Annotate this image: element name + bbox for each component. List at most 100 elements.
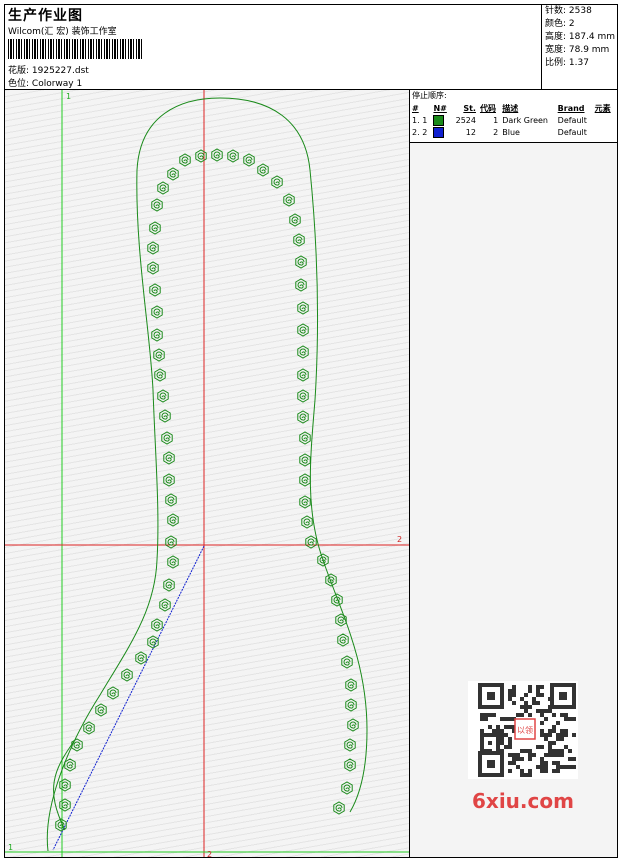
colorway-value: Colorway 1 [31, 79, 83, 89]
spiral-motif-curl [66, 761, 74, 769]
qr-code: 以领 [468, 681, 578, 779]
spiral-motif-curl [301, 456, 309, 464]
row-code: 2 [493, 127, 499, 137]
spiral-motif-curl [347, 701, 355, 709]
spiral-motif-curl [85, 724, 93, 732]
design-height: 高度: 187.4 mm [545, 32, 616, 42]
spiral-motif-curl [165, 476, 173, 484]
row-brand: Default [557, 115, 587, 125]
spiral-motif-curl [163, 434, 171, 442]
row-stitches: 2524 [455, 115, 476, 125]
spiral-motif-curl [335, 804, 343, 812]
spiral-motif-curl [73, 741, 81, 749]
spiral-motif-curl [229, 152, 237, 160]
page-title: 生产作业图 [8, 8, 83, 24]
spiral-motif-curl [159, 392, 167, 400]
spiral-motif-curl [155, 351, 163, 359]
spiral-motif-curl [153, 331, 161, 339]
spiral-motif-curl [167, 538, 175, 546]
stop-sequence-title: 停止顺序: [412, 91, 447, 100]
row-index: 2. 2 [412, 127, 428, 137]
design-scale: 比例: 1.37 [545, 58, 589, 68]
spiral-motif-curl [137, 654, 145, 662]
guide-v2-label: 2 [207, 850, 212, 857]
barcode [8, 39, 144, 59]
design-canvas: 1 2 2 1 [5, 90, 410, 857]
col-brand: Brand [557, 103, 585, 113]
spiral-motif-curl [109, 689, 117, 697]
watermark-text: 6xiu.com [472, 789, 574, 813]
stitch-count: 针数: 2538 [545, 6, 592, 16]
spiral-motif-curl [285, 196, 293, 204]
spiral-motif-curl [153, 201, 161, 209]
row-code: 1 [493, 115, 499, 125]
spiral-motif-curl [347, 681, 355, 689]
col-element: 元素 [594, 103, 611, 113]
col-code: 代码 [479, 103, 496, 113]
spiral-motif-curl [273, 178, 281, 186]
guide-h1-label: 1 [8, 843, 13, 852]
spiral-motif-curl [295, 236, 303, 244]
design-stats: 针数: 2538 颜色: 2 高度: 187.4 mm 宽度: 78.9 mm … [541, 5, 618, 89]
spiral-motif-curl [61, 781, 69, 789]
spiral-motif-curl [165, 581, 173, 589]
spiral-motif-curl [167, 496, 175, 504]
guide-h2-label: 2 [397, 535, 402, 544]
spiral-motif-curl [169, 516, 177, 524]
spiral-motif-curl [299, 348, 307, 356]
spiral-motif-curl [161, 412, 169, 420]
spiral-motif-curl [259, 166, 267, 174]
spiral-motif-curl [301, 476, 309, 484]
spiral-motif-curl [151, 224, 159, 232]
spiral-motif-curl [149, 264, 157, 272]
color-count: 颜色: 2 [545, 19, 575, 29]
color-table-header: # N# St. 代码 描述 Brand 元素 [410, 102, 615, 114]
spiral-motif-curl [297, 258, 305, 266]
spiral-motif-curl [165, 454, 173, 462]
row-description: Blue [502, 127, 520, 137]
spiral-motif-curl [319, 556, 327, 564]
spiral-motif-curl [61, 801, 69, 809]
spiral-motif-curl [161, 601, 169, 609]
col-number: N# [433, 103, 447, 113]
design-value: 1925227.dst [31, 66, 89, 76]
worksheet-header: 生产作业图 Wilcom(汇 宏) 装饰工作室 花版: 1925227.dst … [5, 5, 617, 90]
spiral-motif-curl [291, 216, 299, 224]
row-element [593, 114, 615, 126]
spiral-motif-curl [213, 151, 221, 159]
design-outline [46, 97, 368, 852]
colorway-row: 色位: Colorway 1 [8, 76, 82, 89]
col-stitches: St. [463, 103, 476, 113]
spiral-motif-curl [169, 170, 177, 178]
embroidery-preview: 1 2 2 1 [5, 90, 409, 857]
spiral-motif-curl [159, 184, 167, 192]
table-row: 1. 1 2524 1 Dark Green Default [410, 114, 615, 126]
spiral-motif-curl [299, 371, 307, 379]
company-name: Wilcom(汇 宏) 装饰工作室 [8, 27, 117, 37]
color-table: # N# St. 代码 描述 Brand 元素 1. 1 2524 1 Dark… [410, 102, 615, 138]
spiral-motif-curl [153, 621, 161, 629]
table-row: 2. 2 12 2 Blue Default [410, 126, 615, 138]
spiral-motif-group [55, 148, 359, 832]
spiral-motif-curl [301, 434, 309, 442]
stop-sequence-header: 停止顺序: # N# St. 代码 描述 Brand 元素 1. 1 2524 … [410, 90, 617, 143]
spiral-motif-curl [299, 304, 307, 312]
row-brand: Default [557, 127, 587, 137]
spiral-motif-curl [169, 558, 177, 566]
row-stitches: 12 [465, 127, 476, 137]
seal-text: 以领 [517, 725, 533, 735]
design-label: 花版: [8, 66, 30, 76]
guide-v1-label: 1 [66, 92, 71, 101]
colorway-label: 色位: [8, 79, 30, 89]
spiral-motif-curl [349, 721, 357, 729]
spiral-motif-curl [337, 616, 345, 624]
spiral-motif-curl [123, 671, 131, 679]
spiral-motif-curl [346, 741, 354, 749]
col-index: # [412, 103, 419, 113]
spiral-motif-curl [97, 706, 105, 714]
spiral-motif-curl [297, 281, 305, 289]
spiral-motif-curl [197, 152, 205, 160]
spiral-motif-curl [299, 326, 307, 334]
color-swatch [433, 114, 445, 126]
row-swatch [431, 126, 450, 138]
